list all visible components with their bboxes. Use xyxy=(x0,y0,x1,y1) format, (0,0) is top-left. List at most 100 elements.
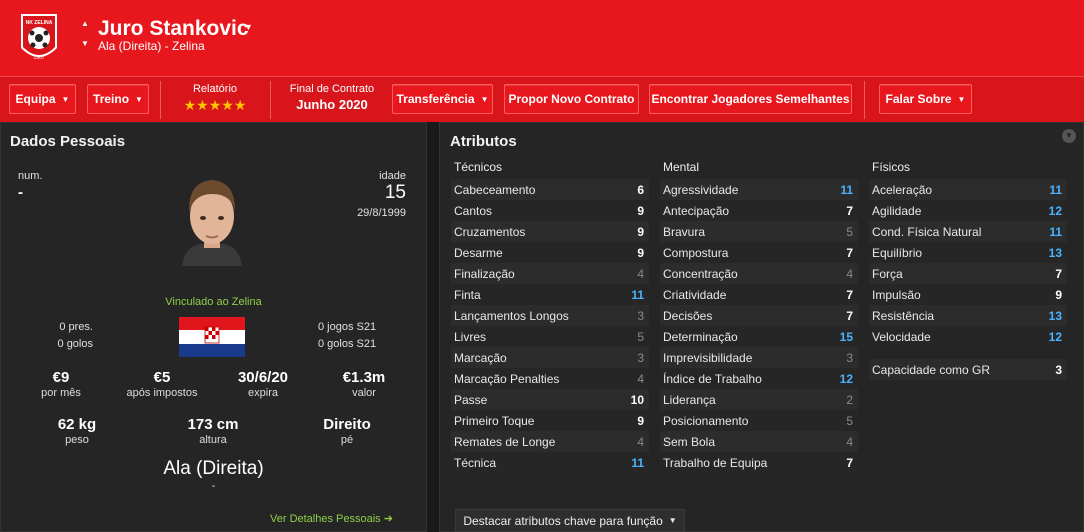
attribute-row[interactable]: Concentração 4 xyxy=(660,263,858,284)
attribute-row[interactable]: Posicionamento 5 xyxy=(660,410,858,431)
attribute-name: Índice de Trabalho xyxy=(663,371,762,386)
contract-expiry-value: 30/6/20 xyxy=(237,369,289,386)
attribute-row[interactable]: Cabeceamento 6 xyxy=(451,179,649,200)
attribute-row[interactable]: Imprevisibilidade 3 xyxy=(660,347,858,368)
attribute-row[interactable]: Aceleração 11 xyxy=(869,179,1067,200)
number-label: num. xyxy=(18,170,43,182)
attribute-row[interactable]: Cantos 9 xyxy=(451,200,649,221)
find-similar-button[interactable]: Encontrar Jogadores Semelhantes xyxy=(649,84,852,114)
appearances: 0 pres. xyxy=(59,321,93,333)
attribute-name: Resistência xyxy=(872,308,935,323)
svg-text:1907: 1907 xyxy=(33,55,44,61)
attribute-value: 3 xyxy=(637,350,644,365)
transfer-button[interactable]: Transferência ▼ xyxy=(392,84,493,114)
svg-text:NK ZELINA: NK ZELINA xyxy=(26,20,53,26)
highlight-key-attributes-button[interactable]: Destacar atributos chave para função ▼ xyxy=(455,509,685,532)
date-of-birth: 29/8/1999 xyxy=(357,207,406,219)
height-label: altura xyxy=(199,434,227,446)
attribute-row[interactable]: Finalização 4 xyxy=(451,263,649,284)
player-nav-arrows[interactable]: ▲ ▼ xyxy=(80,18,90,50)
arrow-right-icon: ➔ xyxy=(383,513,393,525)
training-button[interactable]: Treino ▼ xyxy=(87,84,149,114)
age-label: idade xyxy=(379,170,406,182)
squad-button[interactable]: Equipa ▼ xyxy=(9,84,76,114)
attribute-value: 4 xyxy=(637,434,644,449)
weight-label: peso xyxy=(65,434,89,446)
attribute-value: 11 xyxy=(1049,182,1062,197)
attribute-row[interactable]: Cruzamentos 9 xyxy=(451,221,649,242)
attribute-row[interactable]: Lançamentos Longos 3 xyxy=(451,305,649,326)
attribute-row[interactable]: Impulsão 9 xyxy=(869,284,1067,305)
attribute-name: Marcação xyxy=(454,350,507,365)
attribute-row[interactable]: Agressividade 11 xyxy=(660,179,858,200)
attribute-row[interactable]: Resistência 13 xyxy=(869,305,1067,326)
attribute-row[interactable]: Liderança 2 xyxy=(660,389,858,410)
attribute-row[interactable]: Técnica 11 xyxy=(451,452,649,473)
contract-value: Junho 2020 xyxy=(296,97,368,112)
attribute-value: 7 xyxy=(1055,266,1062,281)
attribute-row[interactable]: Sem Bola 4 xyxy=(660,431,858,452)
attribute-row[interactable]: Decisões 7 xyxy=(660,305,858,326)
report-label: Relatório xyxy=(192,83,238,95)
divider xyxy=(270,81,271,119)
attribute-row[interactable]: Força 7 xyxy=(869,263,1067,284)
age-value: 15 xyxy=(384,182,406,203)
attribute-name: Compostura xyxy=(663,245,729,260)
attribute-value: 9 xyxy=(637,203,644,218)
attribute-row[interactable]: Índice de Trabalho 12 xyxy=(660,368,858,389)
attribute-name: Criatividade xyxy=(663,287,727,302)
attribute-value: 12 xyxy=(1048,203,1062,218)
attribute-row[interactable]: Agilidade 12 xyxy=(869,200,1067,221)
attribute-name: Determinação xyxy=(663,329,738,344)
attribute-row[interactable]: Primeiro Toque 9 xyxy=(451,410,649,431)
attribute-value: 3 xyxy=(1055,362,1062,377)
attribute-value: 9 xyxy=(637,245,644,260)
attribute-value: 5 xyxy=(637,329,644,344)
market-value-label: valor xyxy=(352,387,376,399)
net-wage-label: após impostos xyxy=(126,387,198,399)
attribute-row[interactable]: Marcação Penalties 4 xyxy=(451,368,649,389)
attribute-value: 5 xyxy=(846,224,853,239)
attribute-value: 12 xyxy=(1048,329,1062,344)
contract-end: Final de Contrato Junho 2020 xyxy=(278,83,386,112)
scout-report[interactable]: Relatório ★★★★★ xyxy=(170,83,260,114)
attribute-row[interactable]: Marcação 3 xyxy=(451,347,649,368)
attribute-row[interactable]: Bravura 5 xyxy=(660,221,858,242)
chevron-down-icon: ▼ xyxy=(668,516,677,525)
technical-attributes: Técnicos Cabeceamento 6 Cantos 9 Cruzamentos… xyxy=(451,160,649,473)
attribute-value: 9 xyxy=(637,413,644,428)
player-name: Juro Stankovic xyxy=(98,17,249,40)
wage-label: por mês xyxy=(41,387,81,399)
attribute-row[interactable]: Velocidade 12 xyxy=(869,326,1067,347)
previous-player-icon[interactable]: ▲ xyxy=(80,18,90,30)
mental-attributes: Mental Agressividade 11 Antecipação 7 Bravur… xyxy=(660,160,858,473)
attribute-row[interactable]: Desarme 9 xyxy=(451,242,649,263)
attribute-value: 11 xyxy=(1049,224,1062,239)
attribute-row[interactable]: Trabalho de Equipa 7 xyxy=(660,452,858,473)
talk-about-button[interactable]: Falar Sobre ▼ xyxy=(879,84,972,114)
attribute-row[interactable]: Finta 11 xyxy=(451,284,649,305)
attribute-row[interactable]: Equilíbrio 13 xyxy=(869,242,1067,263)
attribute-row[interactable]: Passe 10 xyxy=(451,389,649,410)
net-wage-value: €5 xyxy=(153,369,171,386)
attribute-row[interactable]: Remates de Longe 4 xyxy=(451,431,649,452)
attribute-name: Posicionamento xyxy=(663,413,749,428)
panel-options-icon[interactable]: ▼ xyxy=(1062,129,1076,143)
attribute-name: Passe xyxy=(454,392,488,407)
attribute-row[interactable]: Compostura 7 xyxy=(660,242,858,263)
rating-stars-icon: ★★★★★ xyxy=(183,97,247,113)
attribute-row[interactable]: Criatividade 7 xyxy=(660,284,858,305)
view-personal-details-link[interactable]: Ver Detalhes Pessoais ➔ xyxy=(270,512,393,525)
offer-contract-button[interactable]: Propor Novo Contrato xyxy=(504,84,639,114)
attribute-value: 11 xyxy=(840,182,853,197)
player-menu-chevron-icon[interactable]: ▼ xyxy=(244,22,253,32)
attribute-row[interactable]: Antecipação 7 xyxy=(660,200,858,221)
club-crest-icon[interactable]: NK ZELINA 1907 xyxy=(18,8,60,68)
attribute-name: Cantos xyxy=(454,203,493,218)
attribute-row[interactable]: Cond. Física Natural 11 xyxy=(869,221,1067,242)
next-player-icon[interactable]: ▼ xyxy=(80,38,90,50)
attribute-row[interactable]: Livres 5 xyxy=(451,326,649,347)
attribute-row[interactable]: Determinação 15 xyxy=(660,326,858,347)
technical-title: Técnicos xyxy=(454,160,503,174)
club-link[interactable]: Vinculado ao Zelina xyxy=(0,296,427,308)
